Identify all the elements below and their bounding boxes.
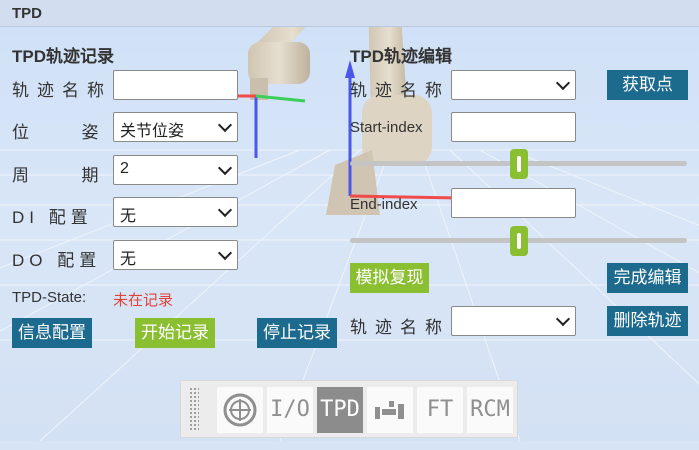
rcm-icon[interactable]: RCM [467, 387, 513, 433]
pose-select[interactable]: 关节位姿 [113, 112, 238, 142]
panel-header: TPD [0, 0, 699, 27]
record-section-title: TPD轨迹记录 [12, 47, 114, 66]
chevron-down-icon [555, 311, 571, 327]
do-config-select[interactable]: 无 [113, 240, 238, 270]
bottom-toolbar: I/O TPD FT RCM [180, 380, 518, 438]
chevron-down-icon [217, 117, 233, 133]
edit-name-label: 轨迹名称 [350, 81, 450, 100]
tpd-state-value: 未在记录 [113, 292, 174, 309]
di-config-value: 无 [120, 208, 137, 225]
period-select-value: 2 [120, 160, 129, 177]
get-point-button[interactable]: 获取点 [607, 70, 688, 100]
ft-icon[interactable]: FT [417, 387, 463, 433]
delete-track-button[interactable]: 删除轨迹 [607, 306, 688, 336]
pose-select-value: 关节位姿 [120, 123, 185, 140]
tpd-icon[interactable]: TPD [317, 387, 363, 433]
simulate-button[interactable]: 模拟复现 [350, 263, 429, 293]
do-config-label: DO 配置 [12, 251, 102, 270]
io-icon[interactable]: I/O [267, 387, 313, 433]
edit-section-title: TPD轨迹编辑 [350, 47, 452, 66]
di-config-select[interactable]: 无 [113, 197, 238, 227]
record-name-label: 轨迹名称 [12, 81, 112, 100]
end-index-label: End-index [350, 196, 418, 213]
chevron-down-icon [217, 245, 233, 261]
panel-title: TPD [12, 5, 42, 22]
period-select[interactable]: 2 [113, 155, 238, 185]
start-index-label: Start-index [350, 119, 423, 136]
drag-handle-icon[interactable] [189, 387, 199, 431]
delete-name-select[interactable] [451, 306, 576, 336]
delete-name-label: 轨迹名称 [350, 318, 450, 337]
edit-name-select[interactable] [451, 70, 576, 100]
finish-edit-button[interactable]: 完成编辑 [607, 263, 688, 293]
end-index-slider-thumb[interactable] [509, 226, 528, 256]
chevron-down-icon [217, 160, 233, 176]
chevron-down-icon [555, 75, 571, 91]
chevron-down-icon [217, 202, 233, 218]
robot-arm-icon[interactable] [367, 387, 413, 433]
do-config-value: 无 [120, 251, 137, 268]
pose-label: 位姿 [12, 123, 99, 142]
tpd-state-label: TPD-State: [12, 289, 87, 306]
stop-record-button[interactable]: 停止记录 [257, 318, 337, 348]
start-index-slider-thumb[interactable] [509, 149, 528, 179]
end-index-input[interactable] [451, 188, 576, 218]
period-label: 周期 [12, 166, 99, 185]
target-icon[interactable] [217, 387, 263, 433]
info-config-button[interactable]: 信息配置 [12, 318, 92, 348]
record-name-input[interactable] [113, 70, 238, 100]
start-index-input[interactable] [451, 112, 576, 142]
di-config-label: DI 配置 [12, 208, 93, 227]
start-record-button[interactable]: 开始记录 [135, 318, 215, 348]
